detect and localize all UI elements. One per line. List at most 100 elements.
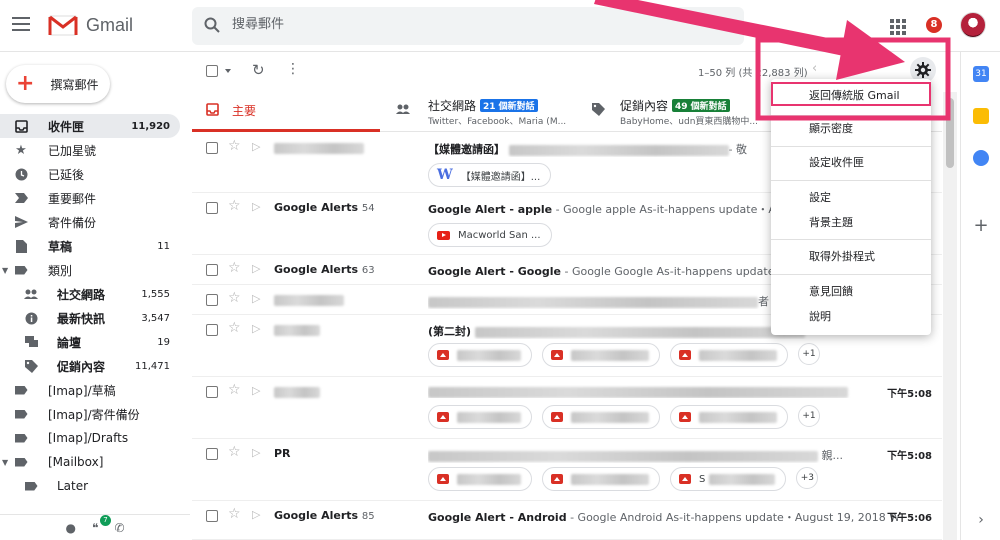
- email-subject: 親...: [428, 447, 898, 463]
- menu-item-classic-gmail[interactable]: 返回傳統版 Gmail: [771, 82, 931, 106]
- attachment-chip[interactable]: [542, 405, 660, 429]
- collapse-arrow-icon[interactable]: ▼: [2, 266, 8, 275]
- tab-promotions[interactable]: 促銷內容 49 個新對話 BabyHome、udn買東西購物中...: [592, 90, 772, 132]
- tasks-icon[interactable]: [973, 150, 989, 166]
- important-marker-icon[interactable]: ▷: [252, 140, 260, 153]
- sidebar-item-imap-drafts-en[interactable]: [Imap]/Drafts: [0, 426, 180, 450]
- star-icon[interactable]: ☆: [228, 506, 241, 522]
- calendar-icon[interactable]: 31: [973, 66, 989, 82]
- sidebar-item-updates[interactable]: 最新快訊 3,547: [0, 306, 180, 330]
- attachment-chip[interactable]: [670, 343, 788, 367]
- star-icon[interactable]: ☆: [228, 138, 241, 154]
- important-marker-icon[interactable]: ▷: [252, 292, 260, 305]
- sidebar-item-forums[interactable]: 論壇 19: [0, 330, 180, 354]
- apps-grid-icon[interactable]: [890, 19, 906, 35]
- refresh-icon[interactable]: ↻: [252, 61, 265, 79]
- sidebar-item-later[interactable]: Later: [0, 474, 180, 498]
- scrollbar-thumb[interactable]: [946, 98, 954, 168]
- collapse-arrow-icon[interactable]: ▼: [2, 458, 8, 467]
- menu-item-get-addons[interactable]: 取得外掛程式: [771, 245, 931, 269]
- tab-social[interactable]: 社交網路 21 個新對話 Twitter、Facebook、Maria (M...: [396, 90, 576, 132]
- list-scrollbar[interactable]: [943, 92, 957, 540]
- search-icon[interactable]: [204, 17, 220, 33]
- select-all-checkbox[interactable]: [206, 65, 218, 77]
- sidebar-item-drafts[interactable]: 草稿 11: [0, 234, 180, 258]
- sidebar-item-sent[interactable]: 寄件備份: [0, 210, 180, 234]
- attachment-chip[interactable]: [542, 343, 660, 367]
- hangouts-icon[interactable]: ❝ 7: [92, 514, 111, 535]
- menu-item-configure-inbox[interactable]: 設定收件匣: [771, 151, 931, 175]
- sidebar-item-social[interactable]: 社交網路 1,555: [0, 282, 180, 306]
- star-icon[interactable]: ☆: [228, 320, 241, 336]
- contacts-icon[interactable]: ●: [65, 521, 75, 535]
- more-attachments[interactable]: +1: [798, 405, 820, 427]
- important-marker-icon[interactable]: ▷: [252, 262, 260, 275]
- star-icon[interactable]: ☆: [228, 382, 241, 398]
- menu-item-settings[interactable]: 設定: [771, 186, 931, 210]
- main-menu-icon[interactable]: [12, 17, 30, 31]
- expand-panel-icon[interactable]: ›: [973, 512, 989, 528]
- sidebar-item-promotions[interactable]: 促銷內容 11,471: [0, 354, 180, 378]
- star-icon[interactable]: ☆: [228, 290, 241, 306]
- people-icon: [24, 287, 38, 301]
- email-row[interactable]: ☆ ▷ Google Alerts 85 Google Alert - Andr…: [192, 501, 942, 540]
- more-attachments[interactable]: +1: [798, 343, 820, 365]
- attachment-chip[interactable]: [428, 467, 532, 491]
- keep-icon[interactable]: [973, 108, 989, 124]
- attachment-chip[interactable]: [428, 343, 532, 367]
- important-marker-icon[interactable]: ▷: [252, 384, 260, 397]
- sidebar-item-count: 19: [157, 336, 170, 348]
- select-options-icon[interactable]: [225, 69, 231, 73]
- row-checkbox[interactable]: [206, 294, 218, 306]
- compose-button[interactable]: + 撰寫郵件: [6, 65, 110, 103]
- sidebar-item-imap-sent[interactable]: [Imap]/寄件備份: [0, 402, 180, 426]
- attachment-chip[interactable]: [428, 405, 532, 429]
- attachment-chip[interactable]: W 【媒體邀請函】...: [428, 163, 552, 187]
- menu-item-feedback[interactable]: 意見回饋: [771, 280, 931, 304]
- more-options-icon[interactable]: ⋮: [286, 61, 300, 77]
- new-conversations-badge: 21 個新對話: [480, 99, 538, 112]
- sidebar-item-inbox[interactable]: 收件匣 11,920: [0, 114, 180, 138]
- menu-item-display-density[interactable]: 顯示密度: [771, 117, 931, 141]
- row-checkbox[interactable]: [206, 264, 218, 276]
- menu-item-themes[interactable]: 背景主題: [771, 211, 931, 235]
- row-checkbox[interactable]: [206, 142, 218, 154]
- email-row[interactable]: ☆ ▷ PR 親... 下午5:08 S +3: [192, 439, 942, 501]
- row-checkbox[interactable]: [206, 448, 218, 460]
- search-input[interactable]: [232, 17, 692, 32]
- attachment-chip[interactable]: Macworld San ...: [428, 223, 552, 247]
- sidebar-item-imap-drafts[interactable]: [Imap]/草稿: [0, 378, 180, 402]
- important-marker-icon[interactable]: ▷: [252, 200, 260, 213]
- next-page-icon[interactable]: ›: [844, 61, 849, 76]
- previous-page-icon[interactable]: ‹: [812, 61, 817, 76]
- important-marker-icon[interactable]: ▷: [252, 508, 260, 521]
- gmail-logo[interactable]: Gmail: [48, 14, 133, 36]
- important-marker-icon[interactable]: ▷: [252, 322, 260, 335]
- email-row[interactable]: ☆ ▷ 下午5:08 +1: [192, 377, 942, 439]
- row-checkbox[interactable]: [206, 510, 218, 522]
- menu-item-help[interactable]: 說明: [771, 305, 931, 329]
- sidebar-item-categories[interactable]: ▼ 類別: [0, 258, 180, 282]
- add-addon-icon[interactable]: +: [973, 217, 989, 235]
- account-avatar[interactable]: [960, 12, 986, 38]
- sidebar-item-important[interactable]: 重要郵件: [0, 186, 180, 210]
- important-marker-icon[interactable]: ▷: [252, 446, 260, 459]
- phone-icon[interactable]: ✆: [114, 521, 124, 535]
- row-checkbox[interactable]: [206, 324, 218, 336]
- notifications-badge[interactable]: 8: [926, 17, 942, 33]
- search-options-icon[interactable]: [722, 23, 732, 28]
- tab-primary[interactable]: 主要: [192, 90, 380, 132]
- sidebar-item-snoozed[interactable]: 已延後: [0, 162, 180, 186]
- row-checkbox[interactable]: [206, 202, 218, 214]
- attachment-chip[interactable]: [670, 405, 788, 429]
- sidebar-item-mailbox[interactable]: ▼ [Mailbox]: [0, 450, 180, 474]
- attachment-chip[interactable]: [542, 467, 660, 491]
- star-icon[interactable]: ☆: [228, 260, 241, 276]
- star-icon[interactable]: ☆: [228, 198, 241, 214]
- star-icon[interactable]: ☆: [228, 444, 241, 460]
- sidebar-item-starred[interactable]: ★ 已加星號: [0, 138, 180, 162]
- search-bar[interactable]: [192, 7, 744, 45]
- more-attachments[interactable]: +3: [796, 467, 819, 489]
- attachment-chip[interactable]: S: [670, 467, 787, 491]
- row-checkbox[interactable]: [206, 386, 218, 398]
